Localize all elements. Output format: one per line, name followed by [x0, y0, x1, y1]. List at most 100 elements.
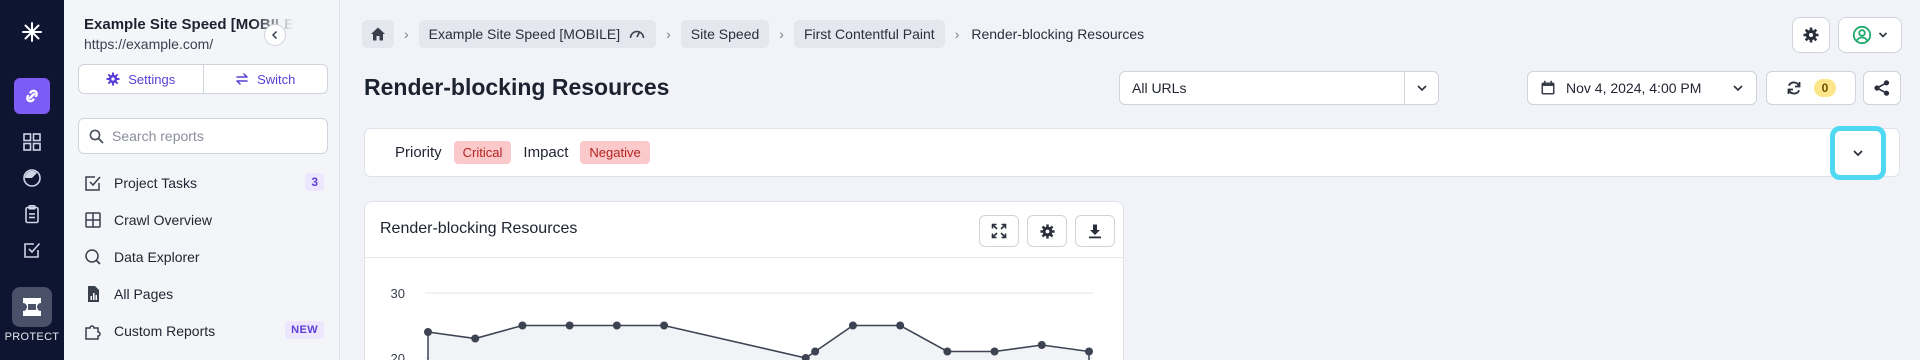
user-menu-button[interactable] [1838, 17, 1902, 53]
app-logo-icon[interactable] [0, 14, 64, 50]
breadcrumb-site-speed[interactable]: Site Speed [680, 20, 770, 48]
filters-bar: Priority Critical Impact Negative [364, 128, 1900, 177]
url-filter-select[interactable]: All URLs [1119, 71, 1439, 105]
breadcrumb-project[interactable]: Example Site Speed [MOBILE] [418, 20, 657, 48]
task-count-badge: 3 [305, 173, 324, 191]
sidebar-nav: Project Tasks 3 Crawl Overview Data Expl… [78, 164, 328, 349]
sidebar-item-label: Crawl Overview [114, 211, 213, 228]
sync-button[interactable]: 0 [1766, 71, 1856, 105]
speedometer-icon [629, 30, 645, 39]
expand-filters-button[interactable] [1830, 126, 1886, 180]
sidebar-item-label: Custom Reports [114, 322, 216, 339]
magnifier-icon [85, 248, 101, 265]
breadcrumb-label: First Contentful Paint [803, 26, 935, 42]
search-box[interactable] [78, 118, 328, 154]
rail-checkbox-icon[interactable] [14, 232, 50, 268]
data-point [518, 321, 527, 330]
y-tick-label: 20 [391, 351, 405, 360]
data-point [990, 347, 999, 356]
chevron-right-icon: › [404, 26, 409, 42]
search-input[interactable] [112, 128, 312, 144]
line-chart: 30 20 [391, 286, 1093, 360]
settings-button[interactable]: Settings [79, 65, 203, 93]
sidebar-item-project-tasks[interactable]: Project Tasks 3 [78, 164, 328, 201]
gear-icon [106, 72, 120, 86]
switch-label: Switch [257, 71, 296, 87]
chevron-right-icon: › [954, 26, 960, 42]
settings-gear-button[interactable] [1792, 17, 1830, 53]
calendar-icon [1541, 80, 1555, 95]
fullscreen-button[interactable] [979, 215, 1019, 247]
data-point [1037, 341, 1046, 349]
sidebar-item-crawl-overview[interactable]: Crawl Overview [78, 201, 328, 238]
breadcrumb-home[interactable] [362, 20, 394, 48]
switch-arrows-icon [236, 73, 248, 85]
chevron-left-icon [271, 30, 278, 40]
project-url: https://example.com/ [84, 36, 214, 52]
gear-icon [1039, 223, 1055, 239]
sync-count-badge: 0 [1813, 79, 1837, 97]
priority-tag: Critical [453, 141, 512, 164]
chart-settings-button[interactable] [1027, 215, 1067, 247]
rail-link-icon[interactable] [14, 78, 50, 114]
data-point [848, 321, 857, 330]
share-icon [1874, 80, 1890, 96]
new-badge: NEW [285, 321, 324, 339]
data-point [565, 321, 574, 330]
fullscreen-icon [991, 223, 1007, 239]
data-point [943, 347, 952, 356]
report-chart-icon [88, 285, 99, 302]
data-point [896, 321, 905, 330]
data-point [801, 354, 810, 360]
data-point [424, 328, 432, 336]
switch-button[interactable]: Switch [202, 65, 328, 93]
chevron-down-icon[interactable] [1404, 72, 1438, 104]
chevron-right-icon: › [779, 26, 784, 42]
chevron-down-icon [1878, 32, 1888, 38]
breadcrumb-label: Site Speed [690, 26, 760, 42]
download-button[interactable] [1075, 215, 1115, 247]
sidebar-item-label: Project Tasks [114, 174, 197, 191]
sidebar-item-all-pages[interactable]: All Pages [78, 275, 328, 312]
breadcrumb-current: Render-blocking Resources [969, 20, 1146, 48]
y-tick-label: 30 [391, 286, 405, 301]
series-area [428, 325, 1089, 360]
data-point [612, 321, 621, 330]
breadcrumb-fcp[interactable]: First Contentful Paint [793, 20, 945, 48]
share-button[interactable] [1863, 71, 1901, 105]
search-icon [89, 129, 104, 143]
gear-icon [1803, 27, 1819, 43]
chevron-right-icon: › [666, 26, 671, 42]
date-select[interactable]: Nov 4, 2024, 4:00 PM [1527, 71, 1757, 105]
collapse-sidebar-button[interactable] [264, 24, 286, 46]
rail-dashboard-icon[interactable] [14, 124, 50, 160]
chevron-down-icon [1853, 150, 1863, 157]
app-rail: PROTECT [0, 0, 64, 360]
breadcrumb-label: Render-blocking Resources [971, 26, 1145, 42]
chart-title: Render-blocking Resources [380, 220, 578, 237]
rail-gauge-icon[interactable] [14, 160, 50, 196]
data-point [1085, 347, 1093, 356]
data-point [471, 334, 480, 343]
download-icon [1089, 224, 1101, 239]
home-icon [371, 27, 385, 41]
sidebar-item-label: All Pages [114, 285, 174, 302]
rail-clipboard-icon[interactable] [14, 196, 50, 232]
sidebar-item-custom-reports[interactable]: Custom Reports NEW [78, 312, 328, 349]
sidebar-item-data-explorer[interactable]: Data Explorer [78, 238, 328, 275]
settings-label: Settings [128, 71, 176, 87]
task-check-icon [85, 175, 101, 191]
data-point [811, 347, 820, 356]
grid-icon [85, 211, 101, 228]
user-avatar-icon [1852, 25, 1872, 45]
impact-label: Impact [523, 144, 569, 161]
url-filter-value: All URLs [1132, 80, 1187, 96]
date-value: Nov 4, 2024, 4:00 PM [1566, 80, 1702, 96]
priority-label: Priority [395, 144, 442, 161]
page-title: Render-blocking Resources [364, 74, 670, 100]
protect-label[interactable]: PROTECT [0, 331, 64, 343]
puzzle-icon [85, 324, 101, 340]
protect-icon[interactable] [12, 287, 52, 327]
impact-tag: Negative [580, 141, 650, 164]
breadcrumb: › Example Site Speed [MOBILE] › Site Spe… [362, 20, 1146, 48]
